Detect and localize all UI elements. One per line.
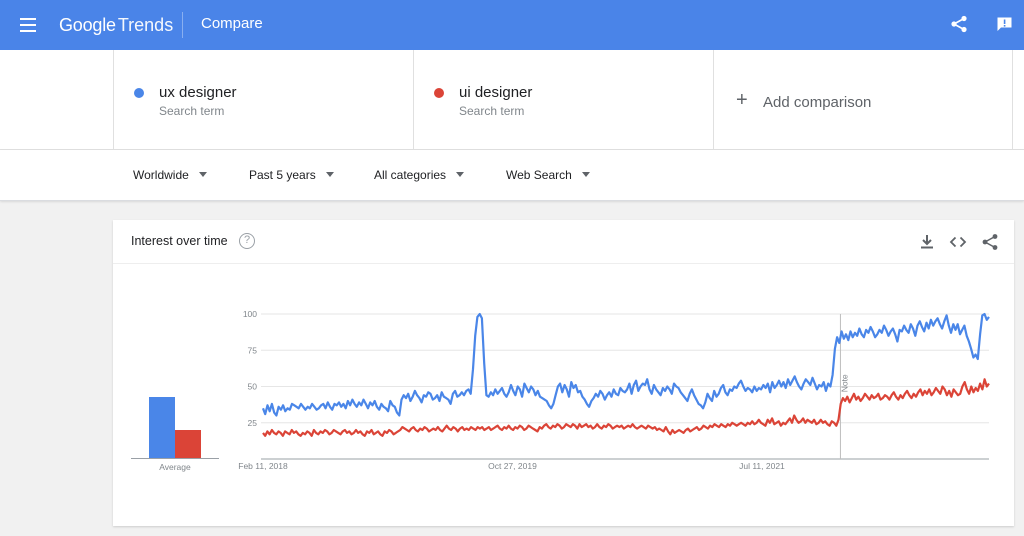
search-term-type: Search term (459, 104, 525, 118)
filter-label: All categories (374, 168, 447, 182)
share-icon[interactable] (981, 233, 999, 251)
feedback-icon[interactable] (996, 16, 1013, 32)
logo-trends-text: Trends (117, 15, 174, 35)
card-title: Interest over time (131, 234, 228, 248)
search-terms-bar: ux designer Search term ui designer Sear… (0, 50, 1024, 150)
note-marker-label: Note (839, 374, 849, 392)
card-header: Interest over time ? (113, 220, 1014, 264)
download-icon[interactable] (918, 233, 936, 251)
share-icon[interactable] (950, 15, 968, 33)
series-color-dot (434, 88, 444, 98)
y-tick-label: 100 (243, 309, 257, 319)
y-tick-label: 25 (248, 418, 258, 428)
series-line-ui-designer (262, 378, 990, 437)
google-trends-logo[interactable]: Google Trends (59, 14, 173, 36)
logo-google-text: Google (59, 15, 116, 35)
dropdown-arrow-icon (325, 172, 334, 177)
interest-line-chart[interactable]: 25 50 75 100 Feb 11, 2018 Oct 27, 2019 Jul 11,… (113, 264, 1003, 476)
header-divider (182, 12, 183, 38)
help-icon[interactable]: ? (239, 233, 255, 249)
search-term-type: Search term (159, 104, 225, 118)
filter-category-dropdown[interactable]: All categories (374, 168, 465, 182)
search-term-ui-designer[interactable]: ui designer Search term (413, 50, 713, 150)
search-term-name: ux designer (159, 84, 237, 101)
y-tick-label: 75 (248, 345, 258, 355)
hamburger-menu-icon[interactable] (20, 18, 36, 32)
dropdown-arrow-icon (456, 172, 465, 177)
x-tick-label: Jul 11, 2021 (739, 461, 785, 471)
filter-region-dropdown[interactable]: Worldwide (133, 168, 207, 182)
filter-label: Worldwide (133, 168, 189, 182)
dropdown-arrow-icon (198, 172, 207, 177)
search-term-ux-designer[interactable]: ux designer Search term (113, 50, 413, 150)
x-tick-label: Feb 11, 2018 (238, 461, 288, 471)
search-term-name: ui designer (459, 84, 533, 101)
y-tick-label: 50 (248, 382, 258, 392)
dropdown-arrow-icon (581, 172, 590, 177)
filter-time-range-dropdown[interactable]: Past 5 years (249, 168, 334, 182)
filter-label: Web Search (506, 168, 572, 182)
embed-code-icon[interactable] (949, 233, 967, 251)
plus-icon: + (736, 89, 748, 111)
filter-bar: Worldwide Past 5 years All categories We… (0, 150, 1024, 201)
add-comparison-button[interactable]: + Add comparison (713, 50, 1013, 150)
x-tick-label: Oct 27, 2019 (488, 461, 537, 471)
filter-label: Past 5 years (249, 168, 316, 182)
page-title: Compare (201, 15, 263, 32)
app-header: Google Trends Compare (0, 0, 1024, 50)
add-comparison-label: Add comparison (763, 94, 872, 111)
series-color-dot (134, 88, 144, 98)
filter-search-type-dropdown[interactable]: Web Search (506, 168, 590, 182)
